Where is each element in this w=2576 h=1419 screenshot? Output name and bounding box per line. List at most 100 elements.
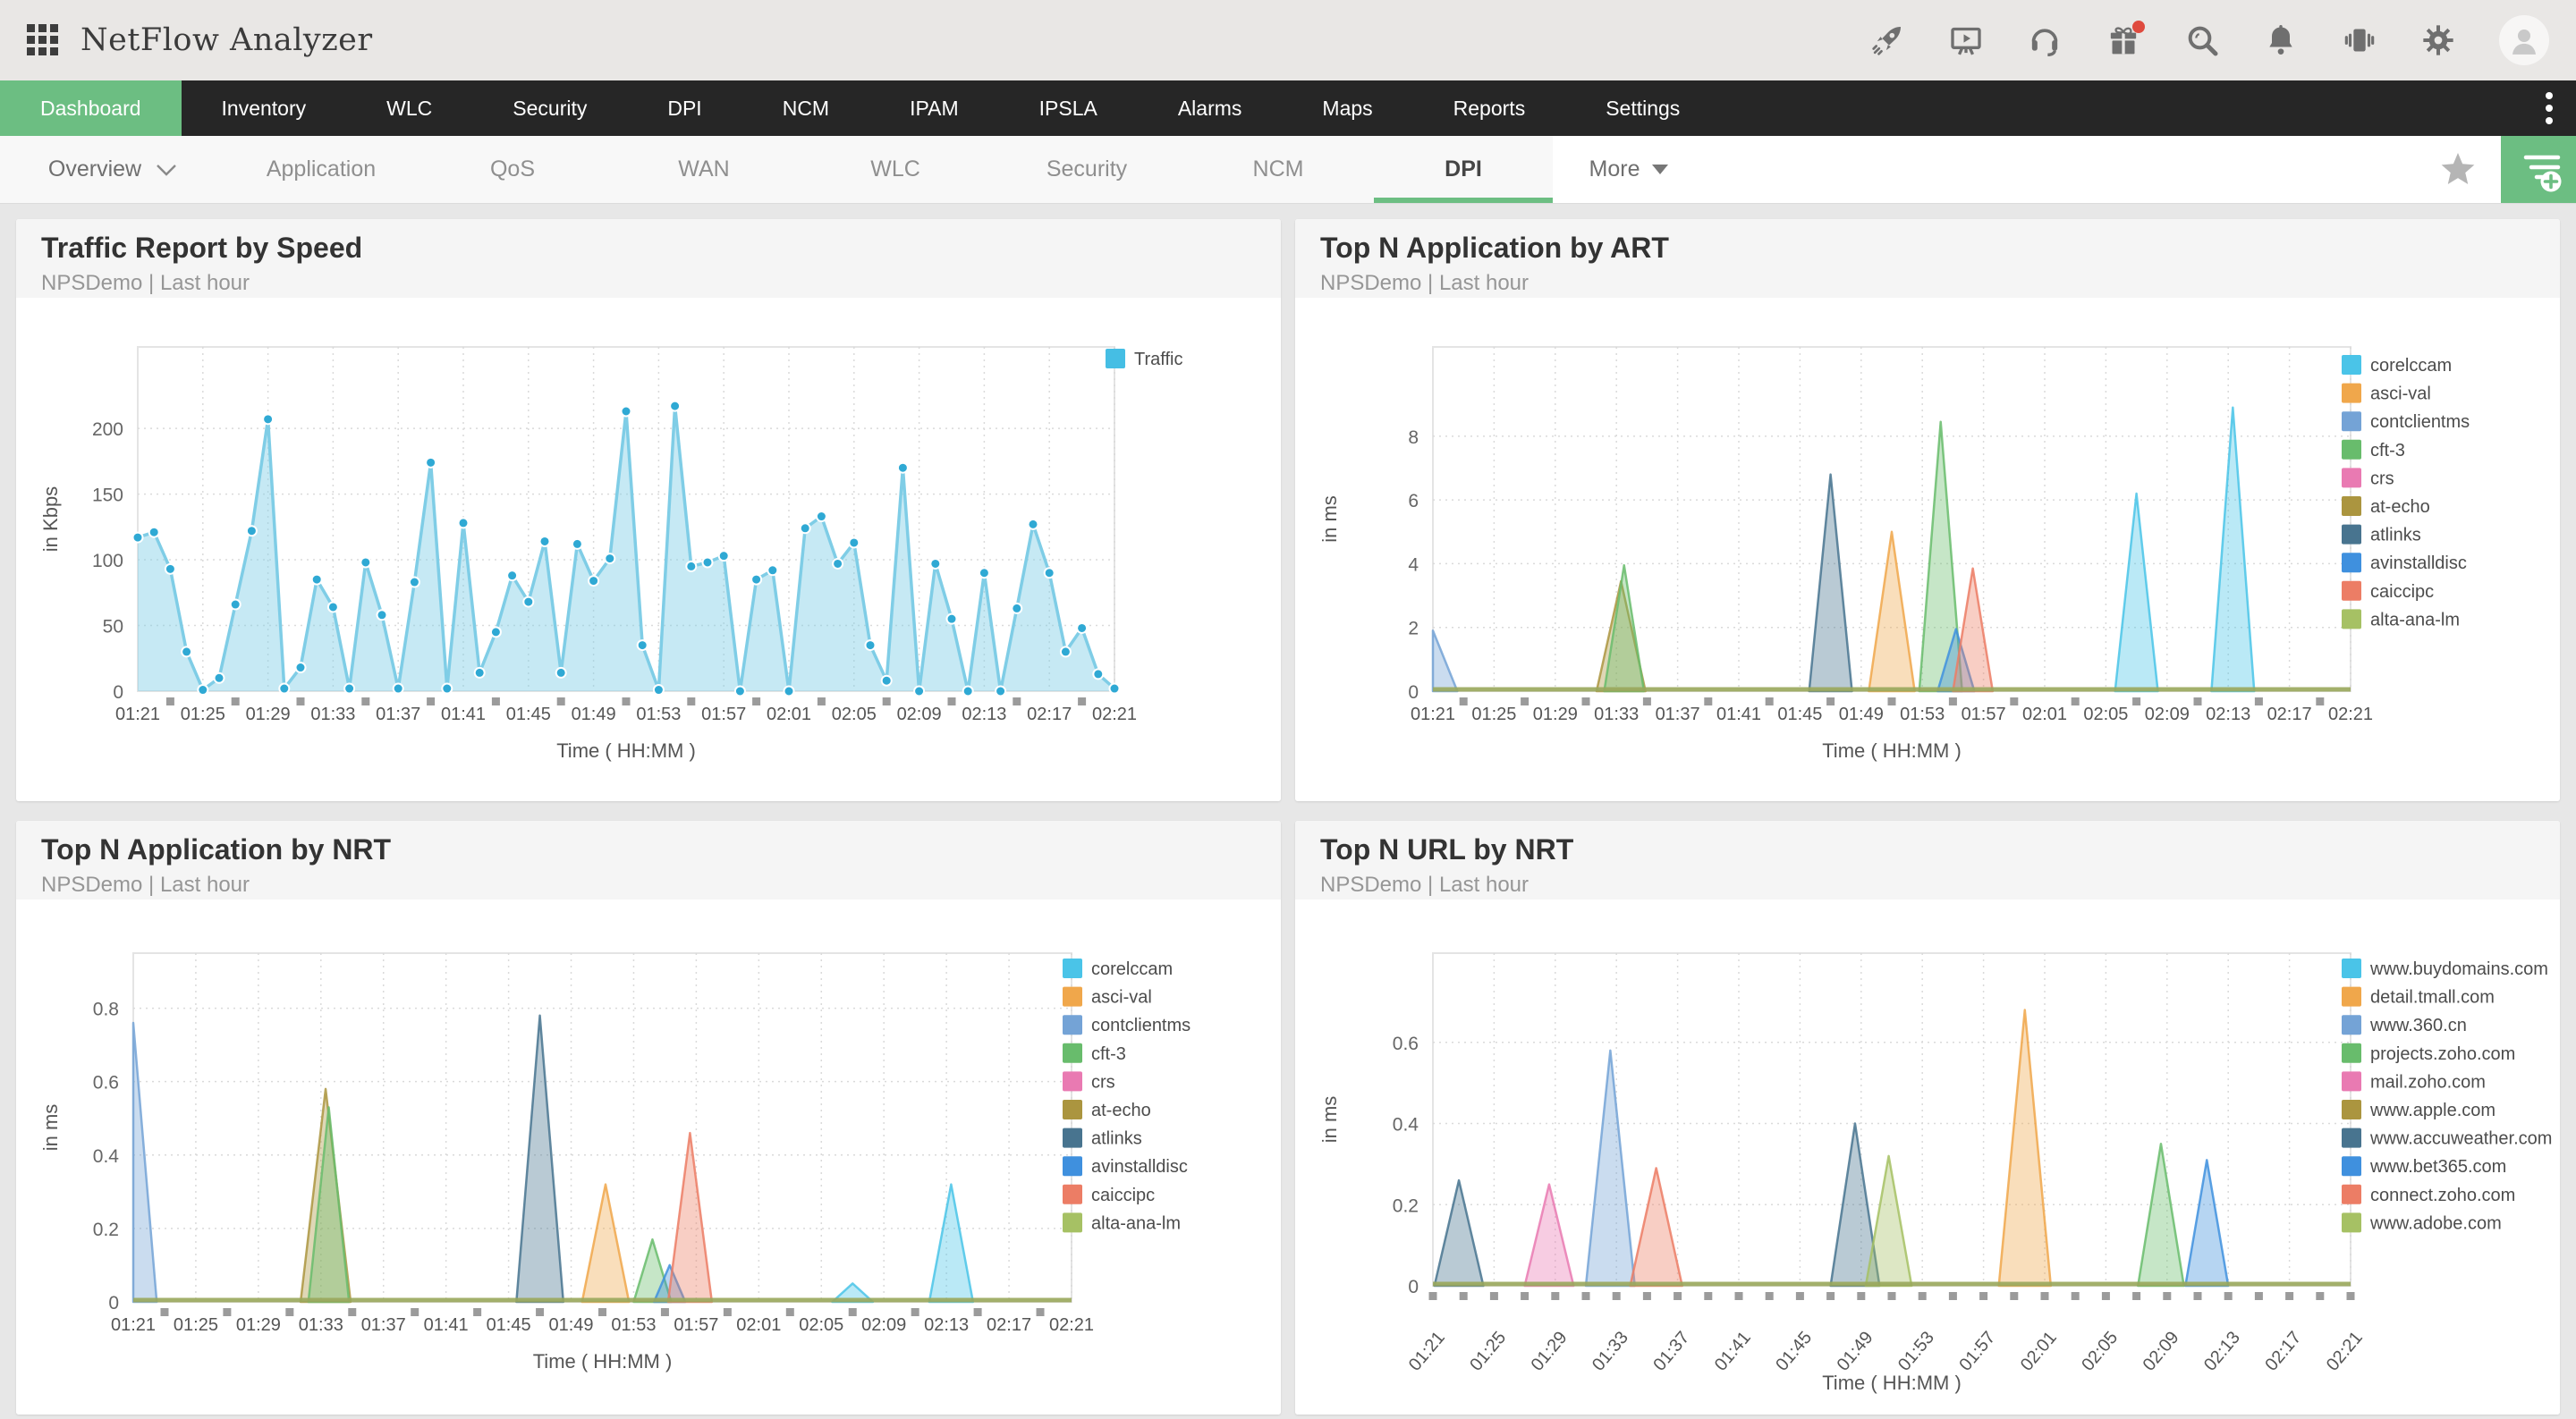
- search-icon[interactable]: [2184, 22, 2220, 58]
- legend-item[interactable]: www.accuweather.com: [2342, 1128, 2552, 1149]
- nav-item-alarms[interactable]: Alarms: [1138, 80, 1283, 136]
- data-point: [995, 685, 1007, 697]
- demo-screen-icon[interactable]: [1948, 22, 1984, 58]
- x-tick-label: 02:01: [2017, 1328, 2061, 1374]
- legend-item[interactable]: corelccam: [1063, 959, 1173, 979]
- data-point: [604, 553, 616, 565]
- legend-item[interactable]: at-echo: [1063, 1100, 1151, 1120]
- more-dropdown[interactable]: More: [1553, 136, 1705, 203]
- x-tick-mark: [1581, 697, 1590, 705]
- nav-item-maps[interactable]: Maps: [1282, 80, 1412, 136]
- legend-item[interactable]: crs: [1063, 1071, 1115, 1092]
- subnav-tab-wan[interactable]: WAN: [608, 136, 800, 203]
- headset-icon[interactable]: [2027, 22, 2063, 58]
- legend-item[interactable]: contclientms: [1063, 1015, 1191, 1035]
- data-point: [131, 531, 144, 544]
- nav-item-wlc[interactable]: WLC: [346, 80, 472, 136]
- x-tick-label: 01:25: [174, 1315, 218, 1335]
- legend-item[interactable]: cft-3: [2342, 439, 2405, 460]
- add-widget-button[interactable]: [2501, 136, 2576, 203]
- legend-item[interactable]: mail.zoho.com: [2342, 1071, 2486, 1092]
- legend-item[interactable]: asci-val: [1063, 986, 1152, 1008]
- dashboard-subnav: Overview Application QoS WAN WLC Securit…: [0, 136, 2576, 204]
- legend-item[interactable]: www.360.cn: [2342, 1015, 2467, 1035]
- legend-item[interactable]: www.adobe.com: [2342, 1212, 2502, 1233]
- data-point: [1108, 682, 1121, 695]
- legend-item[interactable]: www.bet365.com: [2342, 1156, 2506, 1177]
- panel-title: Traffic Report by Speed: [41, 232, 363, 264]
- bell-icon[interactable]: [2263, 22, 2299, 58]
- subnav-tab-application[interactable]: Application: [225, 136, 417, 203]
- user-avatar[interactable]: [2499, 15, 2549, 65]
- subnav-tab-security[interactable]: Security: [991, 136, 1182, 203]
- x-tick-label: 01:45: [1772, 1328, 1816, 1374]
- x-tick-label: 02:17: [1027, 705, 1072, 724]
- nav-item-security[interactable]: Security: [472, 80, 627, 136]
- x-tick-label: 02:13: [962, 705, 1006, 724]
- legend-item[interactable]: alta-ana-lm: [1063, 1212, 1181, 1233]
- legend-item[interactable]: contclientms: [2342, 411, 2470, 432]
- top-n-application-by-art-chart[interactable]: 01:21 01:25 01:29 01:33 01:37 01:41 01:45 01:49…: [1295, 298, 2560, 801]
- nav-item-ncm[interactable]: NCM: [742, 80, 869, 136]
- legend-swatch: [2342, 439, 2361, 460]
- x-tick-mark: [411, 1308, 419, 1316]
- x-tick-mark: [473, 1308, 482, 1316]
- data-point: [229, 598, 242, 611]
- legend-item[interactable]: corelccam: [2342, 355, 2452, 376]
- legend-swatch: [1063, 1128, 1082, 1148]
- data-point: [164, 562, 176, 575]
- nav-item-ipsla[interactable]: IPSLA: [999, 80, 1138, 136]
- legend-item[interactable]: www.apple.com: [2342, 1100, 2496, 1120]
- x-tick-label: 01:41: [1716, 705, 1761, 724]
- rocket-icon[interactable]: [1869, 22, 1905, 58]
- legend-item[interactable]: crs: [2342, 468, 2394, 488]
- legend-item[interactable]: Traffic: [1106, 349, 1182, 369]
- data-point: [457, 517, 470, 529]
- legend-item[interactable]: alta-ana-lm: [2342, 609, 2460, 629]
- x-tick-label: 01:29: [1533, 705, 1578, 724]
- traffic-report-chart[interactable]: 01:21 01:25 01:29 01:33 01:37 01:41 01:45 01:49…: [16, 298, 1281, 801]
- gift-icon[interactable]: [2106, 21, 2145, 58]
- legend-item[interactable]: avinstalldisc: [1063, 1156, 1188, 1177]
- x-tick-mark: [361, 697, 370, 705]
- apps-grid-icon[interactable]: [27, 24, 59, 56]
- nav-item-settings[interactable]: Settings: [1565, 80, 1720, 136]
- vibrate-icon[interactable]: [2342, 22, 2377, 58]
- x-tick-mark: [1857, 1292, 1866, 1300]
- top-n-url-by-nrt-chart[interactable]: 01:21 01:25 01:29 01:33 01:37 01:41 01:45 01:49…: [1295, 900, 2560, 1415]
- x-tick-mark: [2316, 1292, 2325, 1300]
- legend-item[interactable]: caiccipc: [2342, 580, 2434, 602]
- legend-item[interactable]: asci-val: [2342, 383, 2431, 404]
- nav-item-inventory[interactable]: Inventory: [182, 80, 347, 136]
- legend-item[interactable]: cft-3: [1063, 1043, 1126, 1064]
- x-tick-mark: [2254, 697, 2263, 705]
- subnav-tab-dpi[interactable]: DPI: [1374, 136, 1553, 203]
- overview-label: Overview: [47, 156, 142, 182]
- nav-overflow-kebab-icon[interactable]: [2522, 80, 2576, 136]
- nav-item-dashboard[interactable]: Dashboard: [0, 80, 182, 136]
- legend-item[interactable]: atlinks: [2342, 524, 2421, 545]
- nav-item-reports[interactable]: Reports: [1413, 80, 1566, 136]
- legend-item[interactable]: atlinks: [1063, 1128, 1142, 1149]
- legend-item[interactable]: www.buydomains.com: [2342, 959, 2548, 979]
- legend-item[interactable]: projects.zoho.com: [2342, 1043, 2515, 1064]
- legend-item[interactable]: detail.tmall.com: [2342, 986, 2495, 1008]
- nav-item-ipam[interactable]: IPAM: [869, 80, 999, 136]
- legend-item[interactable]: caiccipc: [1063, 1184, 1155, 1205]
- overview-dropdown[interactable]: Overview: [0, 136, 225, 203]
- legend-item[interactable]: at-echo: [2342, 496, 2430, 517]
- subnav-tab-qos[interactable]: QoS: [417, 136, 608, 203]
- legend-item[interactable]: connect.zoho.com: [2342, 1184, 2515, 1205]
- legend-item[interactable]: avinstalldisc: [2342, 553, 2467, 573]
- x-tick-label: 01:49: [1839, 705, 1884, 724]
- favorite-star-icon[interactable]: [2415, 136, 2501, 203]
- nav-item-dpi[interactable]: DPI: [627, 80, 741, 136]
- gear-icon[interactable]: [2420, 22, 2456, 58]
- data-point: [1059, 646, 1072, 658]
- x-tick-label: 02:17: [2267, 705, 2312, 724]
- top-n-application-by-nrt-chart[interactable]: 01:21 01:25 01:29 01:33 01:37 01:41 01:45 01:49…: [16, 900, 1281, 1415]
- legend-label: atlinks: [2370, 526, 2421, 545]
- subnav-tab-ncm[interactable]: NCM: [1182, 136, 1374, 203]
- legend-label: contclientms: [1091, 1016, 1191, 1035]
- subnav-tab-wlc[interactable]: WLC: [800, 136, 991, 203]
